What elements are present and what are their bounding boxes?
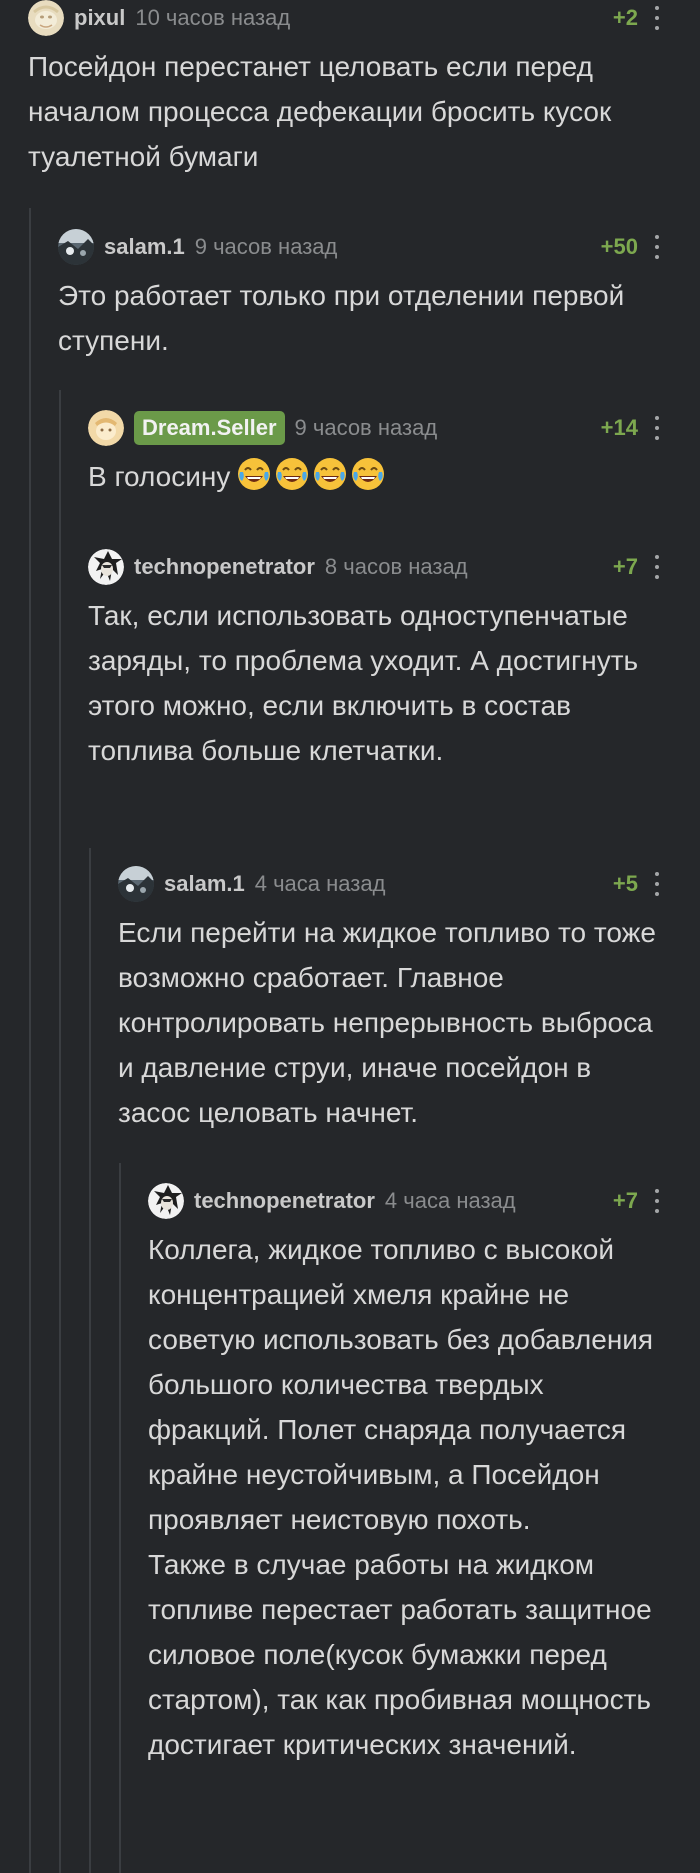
- comment-text-body: В голосину: [88, 461, 231, 492]
- comment-header: technopenetrator 8 часов назад +7: [88, 547, 664, 587]
- technopenetrator-avatar-icon: [88, 549, 124, 585]
- thread-line-level-1: [29, 208, 31, 1873]
- more-options-icon[interactable]: [650, 872, 664, 896]
- username-badge[interactable]: Dream.Seller: [134, 411, 285, 445]
- more-options-icon[interactable]: [650, 235, 664, 259]
- comment-technopenetrator: technopenetrator 8 часов назад +7 Так, е…: [88, 547, 664, 773]
- comment-salam-reply: salam.1 4 часа назад +5 Если перейти на …: [118, 864, 664, 1135]
- rating: +50: [600, 234, 638, 259]
- username[interactable]: salam.1: [164, 871, 245, 897]
- comment-text: Так, если использовать одноступенчатые з…: [88, 600, 646, 766]
- salam-avatar-icon: [118, 866, 154, 902]
- dream-seller-avatar-icon: [88, 410, 124, 446]
- comment-header: pixul 10 часов назад +2: [28, 0, 664, 38]
- comment-pixul: pixul 10 часов назад +2 Посейдон переста…: [28, 0, 664, 179]
- thread-line-level-4: [119, 1163, 121, 1873]
- thread-line-level-3: [89, 848, 91, 1873]
- comment-text: Коллега, жидкое топливо с высокой концен…: [148, 1234, 654, 1760]
- username[interactable]: technopenetrator: [134, 554, 315, 580]
- more-options-icon[interactable]: [650, 416, 664, 440]
- pixul-avatar-icon: [28, 0, 64, 36]
- rating: +7: [612, 1188, 638, 1213]
- more-options-icon[interactable]: [650, 1189, 664, 1213]
- timestamp: 4 часа назад: [254, 871, 386, 896]
- rating: +7: [612, 554, 638, 579]
- timestamp: 4 часа назад: [384, 1188, 516, 1213]
- comment-technopenetrator-reply: technopenetrator 4 часа назад +7 Коллега…: [148, 1181, 664, 1767]
- laughing-emoji-row: [236, 456, 386, 492]
- comment-header: Dream.Seller 9 часов назад +14: [88, 408, 664, 448]
- timestamp: 10 часов назад: [135, 5, 291, 30]
- more-options-icon[interactable]: [650, 555, 664, 579]
- timestamp: 9 часов назад: [194, 234, 338, 259]
- comment-text: В голосину: [88, 454, 664, 499]
- username[interactable]: technopenetrator: [194, 1188, 375, 1214]
- laughing-face-icon: [238, 458, 271, 490]
- comment-text: Посейдон перестанет целовать если перед …: [28, 51, 620, 172]
- timestamp: 9 часов назад: [294, 415, 438, 440]
- comment-salam: salam.1 9 часов назад +50 Это работает т…: [58, 227, 664, 363]
- comment-dream-seller: Dream.Seller 9 часов назад +14 В голосин…: [88, 408, 664, 499]
- technopenetrator-avatar-icon: [148, 1183, 184, 1219]
- username[interactable]: salam.1: [104, 234, 185, 260]
- more-options-icon[interactable]: [650, 6, 664, 30]
- timestamp: 8 часов назад: [324, 554, 468, 579]
- comment-header: salam.1 4 часа назад +5: [118, 864, 664, 904]
- comment-header: salam.1 9 часов назад +50: [58, 227, 664, 267]
- username[interactable]: pixul: [74, 5, 125, 31]
- avatar[interactable]: [148, 1183, 184, 1219]
- avatar[interactable]: [88, 549, 124, 585]
- rating: +14: [600, 415, 638, 440]
- comment-header: technopenetrator 4 часа назад +7: [148, 1181, 664, 1221]
- laughing-face-icon: [352, 458, 385, 490]
- laughing-face-icon: [276, 458, 309, 490]
- comment-text: Это работает только при отделении первой…: [58, 280, 633, 356]
- laughing-face-icon: [314, 458, 347, 490]
- salam-avatar-icon: [58, 229, 94, 265]
- comment-text: Если перейти на жидкое топливо то тоже в…: [118, 917, 664, 1128]
- avatar[interactable]: [28, 0, 64, 36]
- avatar[interactable]: [58, 229, 94, 265]
- rating: +5: [612, 871, 638, 896]
- avatar[interactable]: [118, 866, 154, 902]
- avatar[interactable]: [88, 410, 124, 446]
- thread-line-level-2: [59, 390, 61, 1873]
- rating: +2: [612, 5, 638, 30]
